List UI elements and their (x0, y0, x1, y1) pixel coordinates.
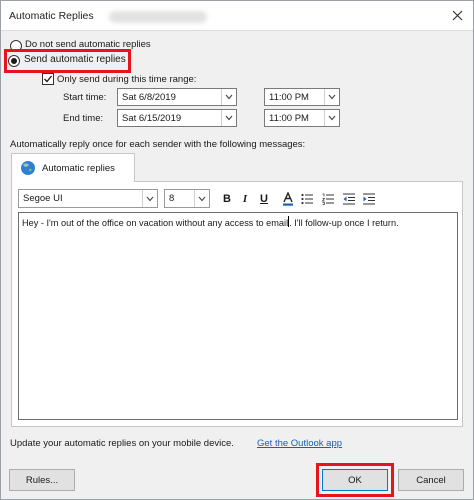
italic-button[interactable]: I (238, 191, 252, 207)
automatic-replies-dialog: Automatic Replies Do not send automatic … (0, 0, 474, 500)
end-time-picker[interactable]: 11:00 PM (264, 109, 340, 127)
numbered-list-icon (322, 193, 334, 205)
end-time-value: 11:00 PM (269, 112, 309, 124)
chevron-down-icon (146, 196, 154, 201)
chevron-down-icon (328, 94, 336, 100)
rules-button[interactable]: Rules... (9, 469, 75, 491)
font-family-dropdown[interactable] (142, 190, 157, 207)
redacted-account (109, 11, 207, 23)
tab-automatic-replies[interactable]: Automatic replies (11, 153, 135, 182)
instructions-text: Automatically reply once for each sender… (10, 139, 306, 150)
message-editor[interactable]: Hey - I'm out of the office on vacation … (18, 212, 458, 420)
chevron-down-icon (198, 196, 206, 201)
start-time-value: 11:00 PM (269, 91, 309, 103)
font-family-value: Segoe UI (23, 193, 63, 204)
increase-indent-button[interactable] (362, 191, 376, 207)
end-date-value: Sat 6/15/2019 (122, 112, 182, 124)
title-bar: Automatic Replies (1, 1, 473, 31)
tab-label: Automatic replies (42, 163, 115, 174)
bullets-button[interactable] (300, 191, 314, 207)
close-button[interactable] (445, 4, 469, 26)
font-size-select[interactable]: 8 (164, 189, 210, 208)
end-date-picker[interactable]: Sat 6/15/2019 (117, 109, 237, 127)
end-date-dropdown[interactable] (221, 110, 236, 126)
start-date-dropdown[interactable] (221, 89, 236, 105)
decrease-indent-icon (343, 193, 355, 205)
end-time-label: End time: (63, 113, 104, 124)
window-title: Automatic Replies (9, 10, 94, 22)
start-time-label: Start time: (63, 92, 107, 103)
checkmark-icon (44, 75, 53, 83)
start-time-picker[interactable]: 11:00 PM (264, 88, 340, 106)
start-date-value: Sat 6/8/2019 (122, 91, 176, 103)
tab-joiner (12, 180, 134, 183)
close-icon (452, 10, 462, 20)
highlight-send-option (4, 49, 131, 73)
cancel-button-label: Cancel (416, 474, 446, 486)
mobile-text: Update your automatic replies on your mo… (10, 438, 234, 449)
start-time-dropdown[interactable] (324, 89, 339, 105)
message-text-end: . I'll follow-up once I return. (289, 218, 399, 228)
font-size-dropdown[interactable] (194, 190, 209, 207)
chevron-down-icon (225, 115, 233, 121)
rules-button-label: Rules... (25, 474, 59, 486)
start-date-picker[interactable]: Sat 6/8/2019 (117, 88, 237, 106)
bold-button[interactable]: B (220, 191, 234, 207)
cancel-button[interactable]: Cancel (398, 469, 464, 491)
bullet-list-icon (301, 193, 313, 205)
font-size-value: 8 (169, 193, 175, 204)
globe-icon (21, 161, 35, 175)
decrease-indent-button[interactable] (342, 191, 356, 207)
time-range-label: Only send during this time range: (57, 74, 197, 85)
increase-indent-icon (363, 193, 375, 205)
highlight-ok-button (316, 463, 394, 497)
get-outlook-app-link[interactable]: Get the Outlook app (257, 438, 342, 449)
end-time-dropdown[interactable] (324, 110, 339, 126)
numbering-button[interactable] (321, 191, 335, 207)
message-text-start: Hey - I'm out of the office on vacation … (22, 218, 289, 228)
font-color-button[interactable] (281, 189, 295, 208)
time-range-checkbox[interactable] (42, 73, 54, 85)
chevron-down-icon (328, 115, 336, 121)
chevron-down-icon (225, 94, 233, 100)
font-color-icon (283, 191, 293, 206)
underline-button[interactable]: U (257, 191, 271, 207)
font-family-select[interactable]: Segoe UI (18, 189, 158, 208)
